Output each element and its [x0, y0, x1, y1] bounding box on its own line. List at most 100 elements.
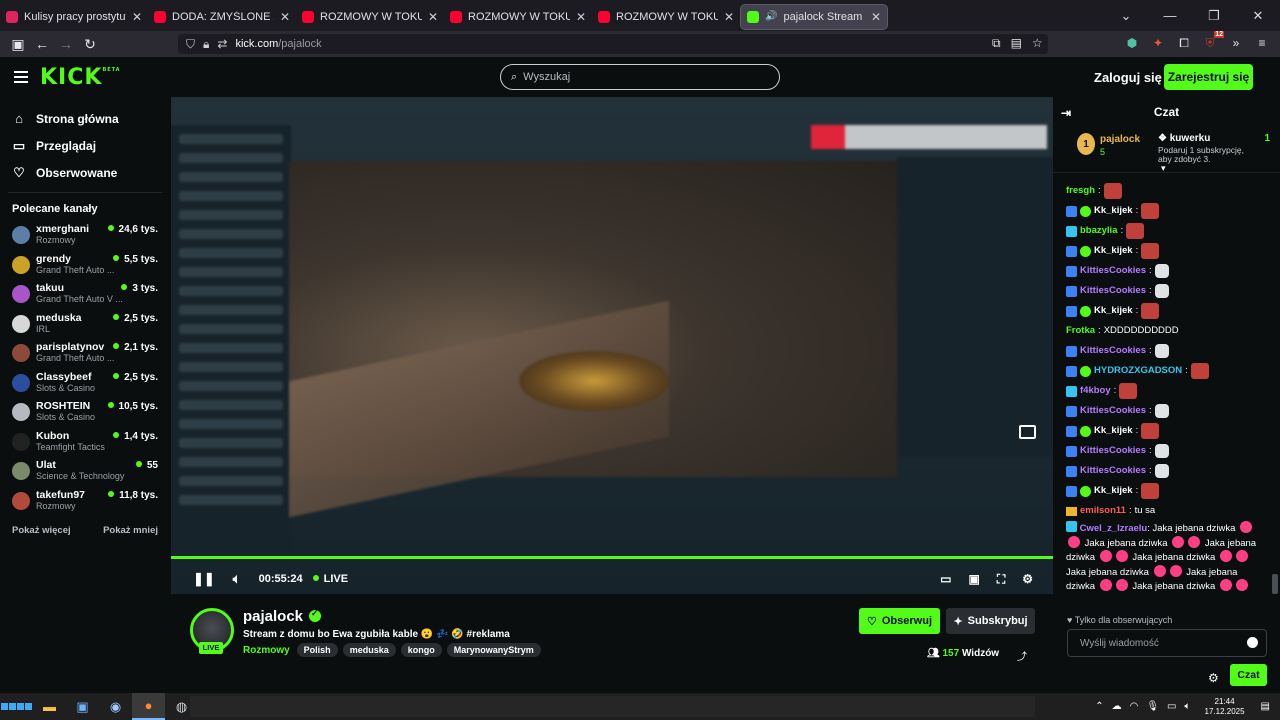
close-tab-icon[interactable]: ✕ — [280, 10, 290, 24]
tag[interactable]: Polish — [296, 643, 338, 657]
speaker-icon[interactable]: 🔊 — [765, 11, 777, 22]
recommended-channel[interactable]: parisplatynov Grand Theft Auto ... 2,1 tys… — [0, 341, 170, 371]
channel-name[interactable]: pajalock — [243, 608, 322, 625]
recommended-channel[interactable]: takefun97 Rozmowy 11,8 tys. — [0, 489, 170, 519]
close-tab-icon[interactable]: ✕ — [132, 10, 142, 24]
recommended-channel[interactable]: meduska IRL 2,5 tys. — [0, 312, 170, 342]
restore-icon[interactable]: ❐ — [1192, 8, 1236, 24]
volume-icon[interactable]: 🔈︎ — [233, 571, 241, 587]
kick-logo[interactable]: KICKBETA — [40, 65, 121, 90]
emoji-icon[interactable] — [1247, 637, 1258, 648]
chat-username[interactable]: Cwel_z_Izraelu — [1080, 523, 1148, 534]
fullscreen-icon[interactable]: ⛶ — [997, 572, 1005, 587]
gift-user[interactable]: ❖ kuwerku — [1158, 133, 1210, 144]
close-tab-icon[interactable]: ✕ — [428, 10, 438, 24]
register-button[interactable]: Zarejestruj się — [1164, 64, 1253, 90]
sidebar-toggle-icon[interactable]: ▣ — [6, 36, 30, 53]
close-tab-icon[interactable]: ✕ — [724, 10, 734, 24]
clip-icon[interactable]: ▭ — [940, 572, 951, 587]
chat-username[interactable]: KittiesCookies — [1080, 341, 1146, 361]
sidebar-item-browse[interactable]: ▭ Przeglądaj — [0, 132, 170, 159]
chat-scrollbar[interactable] — [1272, 189, 1278, 609]
login-button[interactable]: Zaloguj się — [1094, 70, 1162, 85]
show-less-button[interactable]: Pokaż mniej — [103, 525, 158, 536]
steam-icon[interactable]: ◉ — [99, 693, 132, 720]
recommended-channel[interactable]: xmerghani Rozmowy 24,6 tys. — [0, 223, 170, 253]
chat-username[interactable]: Kk_kijek — [1094, 481, 1133, 501]
browser-tab[interactable]: ROZMOWY W TOKU ODC. 245 ✕ — [296, 4, 444, 30]
pause-icon[interactable]: ❚❚ — [193, 571, 215, 587]
subscribe-button[interactable]: ✦ Subskrybuj — [946, 608, 1035, 634]
chat-username[interactable]: KittiesCookies — [1080, 261, 1146, 281]
firefox-icon[interactable]: ● — [132, 693, 165, 720]
network-icon[interactable]: ▭ — [1167, 701, 1176, 712]
overflow-icon[interactable]: » — [1228, 35, 1244, 51]
wifi-icon[interactable]: ◠ — [1130, 701, 1139, 712]
chat-username[interactable]: Kk_kijek — [1094, 421, 1133, 441]
vpn-icon[interactable]: ⬢ — [1124, 35, 1140, 51]
browser-tab[interactable]: Kulisy pracy prostytutki. Cała p ✕ — [0, 4, 148, 30]
taskbar-clock[interactable]: 21:44 17.12.2025 — [1205, 697, 1245, 717]
follow-button[interactable]: ♡ Obserwuj — [859, 608, 940, 634]
chat-username[interactable]: KittiesCookies — [1080, 441, 1146, 461]
forward-icon[interactable]: → — [54, 36, 78, 52]
sidebar-item-home[interactable]: ⌂ Strona główna — [0, 105, 170, 132]
chat-username[interactable]: bbazylia — [1080, 221, 1118, 241]
tab-list-icon[interactable]: ⌄ — [1104, 8, 1148, 24]
filter-icon[interactable]: ▾ — [1161, 163, 1166, 174]
tag[interactable]: meduska — [342, 643, 396, 657]
recommended-channel[interactable]: grendy Grand Theft Auto ... 5,5 tys. — [0, 253, 170, 283]
share-icon[interactable]: ⤴ — [1017, 648, 1027, 663]
file-explorer-icon[interactable]: ▬ — [33, 693, 66, 720]
mic-icon[interactable]: 🎙︎ — [1146, 701, 1159, 712]
start-button[interactable] — [0, 693, 33, 720]
search-input[interactable] — [523, 71, 744, 83]
chat-username[interactable]: Kk_kijek — [1094, 201, 1133, 221]
ublock-icon[interactable]: ⛨ 12 — [1202, 31, 1224, 51]
notifications-icon[interactable]: ▤ — [1261, 701, 1270, 712]
chat-username[interactable]: KittiesCookies — [1080, 461, 1146, 481]
sidebar-item-following[interactable]: ♡ Obserwowane — [0, 159, 170, 186]
search-box[interactable]: ⌕ — [500, 64, 780, 90]
tag[interactable]: kongo — [400, 643, 442, 657]
chat-username[interactable]: KittiesCookies — [1080, 401, 1146, 421]
chat-input[interactable] — [1080, 637, 1240, 649]
chat-username[interactable]: Kk_kijek — [1094, 241, 1133, 261]
stream-category[interactable]: Rozmowy — [243, 645, 290, 656]
recommended-channel[interactable]: Classybeef Slots & Casino 2,5 tys. — [0, 371, 170, 401]
chevron-up-icon[interactable]: ⌃ — [1095, 701, 1103, 712]
minimize-icon[interactable]: — — [1148, 8, 1192, 23]
cloud-icon[interactable]: ☁ — [1112, 701, 1122, 712]
browser-tab[interactable]: ROZMOWY W TOKU ODC. 245 ✕ — [444, 4, 592, 30]
chat-username[interactable]: fresgh — [1066, 181, 1095, 201]
shield-icon[interactable]: ⛉ — [186, 37, 195, 52]
browser-tab[interactable]: ROZMOWY W TOKU ODC. 245 ✕ — [592, 4, 740, 30]
permissions-icon[interactable]: ⇄ — [217, 37, 227, 51]
chat-username[interactable]: HYDROZXGADSON — [1094, 361, 1182, 381]
picture-in-picture-icon[interactable]: ⧉ — [992, 36, 1001, 51]
settings-icon[interactable]: ⚙ — [1022, 572, 1033, 587]
close-window-icon[interactable]: ✕ — [1236, 8, 1280, 24]
reload-icon[interactable]: ↻ — [78, 36, 102, 53]
browser-tab[interactable]: DODA: ZMYŚLONE ŻYCIE I KAR ✕ — [148, 4, 296, 30]
close-tab-icon[interactable]: ✕ — [576, 10, 586, 24]
recommended-channel[interactable]: takuu Grand Theft Auto V ... 3 tys. — [0, 282, 170, 312]
browser-tab-active[interactable]: 🔊 pajalock Stream - Watch Li ✕ — [740, 3, 888, 30]
chat-username[interactable]: Kk_kijek — [1094, 301, 1133, 321]
collapse-chat-icon[interactable]: ⇥ — [1061, 106, 1071, 120]
extension-icon[interactable]: ✦ — [1150, 35, 1166, 51]
chat-username[interactable]: KittiesCookies — [1080, 281, 1146, 301]
chat-username[interactable]: emilson11 — [1080, 501, 1126, 521]
top-gifter-name[interactable]: pajalock — [1100, 134, 1140, 145]
chat-settings-icon[interactable]: ⚙ — [1208, 671, 1219, 685]
scrollbar-thumb[interactable] — [1272, 574, 1278, 594]
menu-icon[interactable] — [14, 71, 28, 86]
recommended-channel[interactable]: Ulat Science & Technology 55 — [0, 459, 170, 489]
address-bar[interactable]: ⛉ 🔒︎ ⇄ kick.com/pajalock — [178, 34, 1048, 54]
theater-mode-icon[interactable]: ▣ — [968, 572, 979, 587]
picture-in-picture-icon[interactable] — [1019, 425, 1036, 439]
tag[interactable]: MarynowanyStrym — [446, 643, 541, 657]
video-player[interactable] — [171, 97, 1053, 594]
chat-input-box[interactable] — [1067, 629, 1267, 657]
bookmark-star-icon[interactable]: ☆ — [1032, 36, 1043, 51]
